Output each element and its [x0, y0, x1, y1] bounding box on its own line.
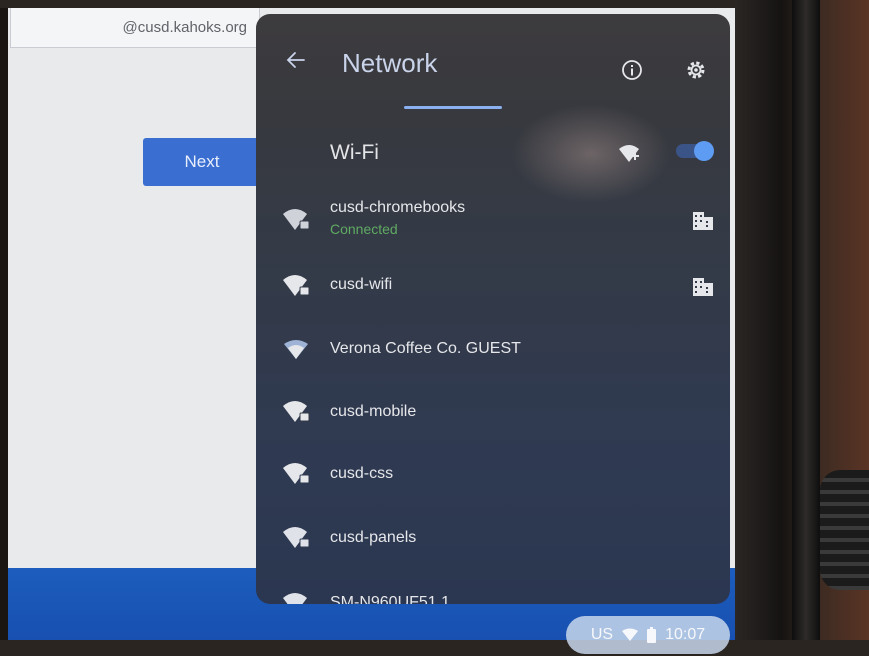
email-suffix: @cusd.kahoks.org — [122, 19, 247, 36]
wifi-locked-icon — [283, 527, 310, 548]
wifi-status-icon — [622, 628, 639, 641]
next-button-label: Next — [184, 152, 220, 171]
add-network-icon[interactable] — [618, 144, 640, 164]
network-item[interactable]: cusd-mobile — [256, 384, 730, 444]
email-field[interactable]: @cusd.kahoks.org — [10, 8, 260, 48]
wifi-locked-icon — [283, 593, 307, 604]
network-item[interactable]: cusd-panels — [256, 510, 730, 570]
network-name: cusd-panels — [330, 529, 417, 546]
wifi-toggle[interactable] — [676, 141, 716, 161]
screen-glare — [511, 104, 671, 204]
network-name: SM-N960UF51 1 — [330, 594, 451, 604]
clock-time: 10:07 — [665, 626, 706, 643]
screen: @cusd.kahoks.org Next Network Wi-Fi cusd… — [8, 8, 735, 640]
cable — [820, 470, 869, 590]
back-arrow-icon[interactable] — [284, 48, 308, 72]
wifi-locked-icon — [283, 209, 310, 230]
loading-indicator — [404, 106, 502, 109]
managed-network-icon — [693, 212, 713, 230]
keyboard-layout: US — [590, 626, 614, 643]
network-status: Connected — [330, 221, 398, 237]
network-panel: Network Wi-Fi cusd-chromebooks Connected… — [256, 14, 730, 604]
network-name: cusd-wifi — [330, 276, 393, 293]
network-item[interactable]: Verona Coffee Co. GUEST — [256, 321, 730, 381]
wifi-open-icon — [284, 340, 308, 359]
wifi-locked-icon — [283, 401, 310, 422]
network-name: cusd-chromebooks — [330, 199, 466, 216]
gear-icon[interactable] — [684, 58, 708, 82]
network-name: cusd-mobile — [330, 403, 417, 420]
network-item[interactable]: cusd-wifi — [256, 258, 730, 318]
wifi-locked-icon — [283, 275, 310, 296]
network-name: Verona Coffee Co. GUEST — [330, 340, 521, 357]
next-button[interactable]: Next — [143, 138, 261, 186]
status-tray[interactable]: US 10:07 — [566, 616, 730, 654]
battery-icon — [647, 627, 657, 643]
network-item[interactable]: cusd-chromebooks Connected — [256, 192, 730, 252]
wifi-locked-icon — [283, 463, 310, 484]
wifi-label: Wi-Fi — [330, 141, 379, 164]
page-title: Network — [342, 48, 438, 78]
network-item[interactable]: SM-N960UF51 1 — [256, 574, 730, 604]
bezel-bottom — [0, 640, 869, 656]
laptop-edge — [792, 0, 820, 656]
toggle-knob — [694, 141, 714, 161]
network-item[interactable]: cusd-css — [256, 446, 730, 506]
network-name: cusd-css — [330, 465, 394, 482]
managed-network-icon — [693, 278, 713, 296]
info-icon[interactable] — [620, 58, 644, 82]
network-header: Network — [256, 14, 730, 94]
